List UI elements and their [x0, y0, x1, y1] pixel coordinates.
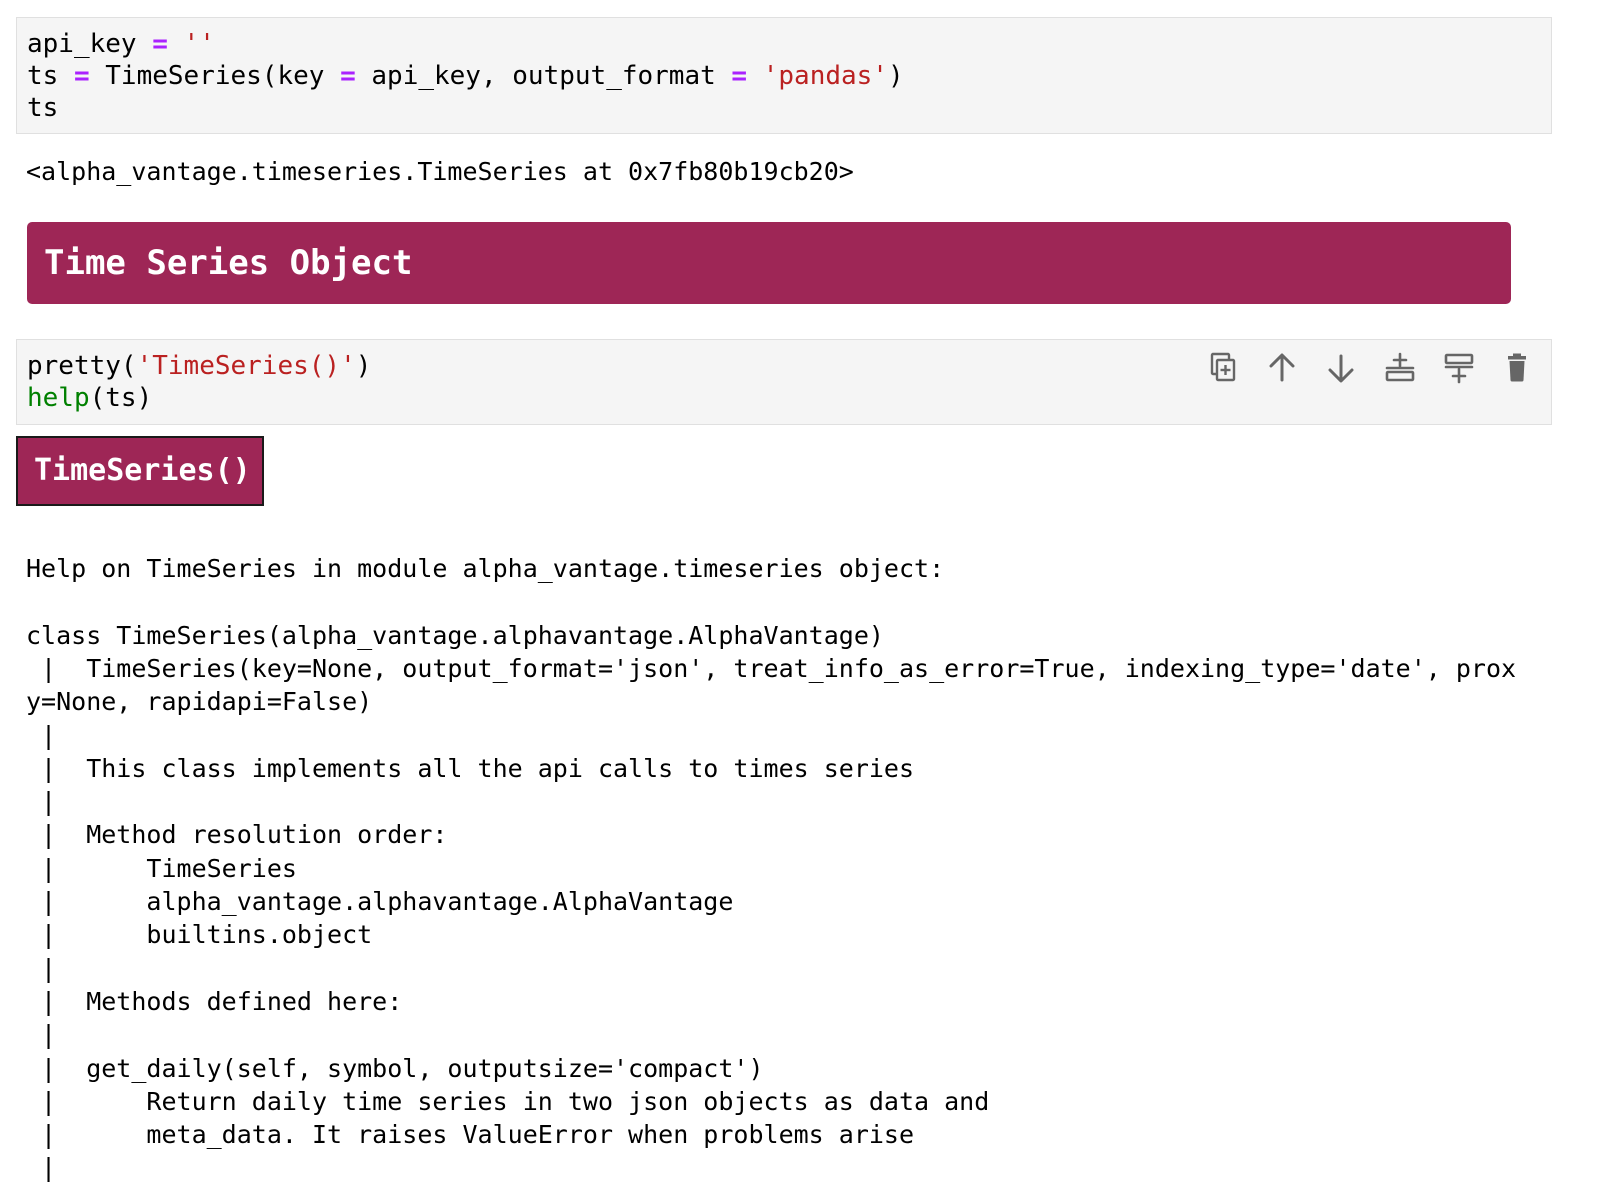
section-title: Time Series Object: [44, 243, 413, 283]
code-token: =: [731, 61, 748, 91]
code-token: ts: [27, 93, 59, 123]
code-token: (ts): [89, 383, 153, 413]
code-line: pretty('TimeSeries()'): [27, 350, 371, 382]
output-banner-title: TimeSeries(): [34, 453, 251, 488]
code-line: api_key = '': [27, 28, 215, 60]
help-line: | alpha_vantage.alphavantage.AlphaVantag…: [26, 887, 734, 916]
code-line: ts = TimeSeries(key = api_key, output_fo…: [27, 60, 904, 92]
help-line: |: [26, 787, 57, 817]
code-token: 'TimeSeries()': [136, 351, 356, 381]
code-token: api_key, output_format: [355, 61, 732, 91]
code-token: api_key: [27, 29, 153, 59]
help-line: | meta_data. It raises ValueError when p…: [26, 1120, 915, 1150]
help-line: |: [26, 953, 57, 983]
help-line: | Methods defined here:: [26, 986, 403, 1016]
help-line: | get_daily(self, symbol, outputsize='co…: [26, 1053, 764, 1083]
help-line: Help on TimeSeries in module alpha_vanta…: [26, 554, 945, 583]
code-token: =: [340, 61, 356, 91]
code-token: =: [152, 29, 168, 59]
help-line: | This class implements all the api call…: [26, 753, 915, 783]
code-token: =: [73, 61, 90, 91]
code-token: '': [183, 29, 215, 59]
code-cell-1[interactable]: api_key = '' ts = TimeSeries(key = api_k…: [16, 17, 1552, 134]
output-banner: TimeSeries(): [16, 436, 264, 506]
help-line: | builtins.object: [26, 920, 373, 950]
help-line: y=None, rapidapi=False): [26, 687, 373, 717]
code-token: pretty(: [27, 351, 137, 381]
code-token: ts: [27, 61, 74, 91]
help-line: | TimeSeries(key=None, output_format='js…: [26, 653, 1517, 683]
code-token: TimeSeries(key: [89, 61, 341, 91]
duplicate-cell-icon[interactable]: [1205, 350, 1241, 386]
code-cell-2[interactable]: pretty('TimeSeries()') help(ts): [16, 339, 1552, 425]
section-banner: Time Series Object: [27, 222, 1511, 304]
help-line: |: [26, 1020, 57, 1050]
help-line: |: [26, 720, 57, 750]
code-line: ts: [27, 92, 58, 124]
help-line: | Return daily time series in two json o…: [26, 1086, 990, 1116]
insert-cell-below-icon[interactable]: [1441, 350, 1477, 386]
code-token: ): [887, 61, 904, 91]
cell-1-output: <alpha_vantage.timeseries.TimeSeries at …: [26, 157, 854, 186]
move-up-icon[interactable]: [1264, 350, 1300, 386]
move-down-icon[interactable]: [1323, 350, 1359, 386]
help-line: | TimeSeries: [26, 853, 297, 883]
insert-cell-above-icon[interactable]: [1382, 350, 1418, 386]
code-token: ): [355, 351, 372, 381]
code-token: 'pandas': [762, 61, 888, 91]
help-line: class TimeSeries(alpha_vantage.alphavant…: [26, 620, 884, 650]
help-line: | Method resolution order:: [26, 820, 448, 850]
delete-cell-icon[interactable]: [1499, 350, 1535, 386]
code-token: help: [27, 383, 90, 413]
help-line: |: [26, 1153, 57, 1183]
code-line: help(ts): [27, 382, 152, 414]
